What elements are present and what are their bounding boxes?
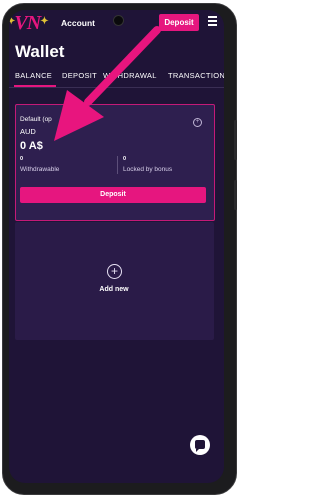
- annotation-arrow: [54, 26, 161, 141]
